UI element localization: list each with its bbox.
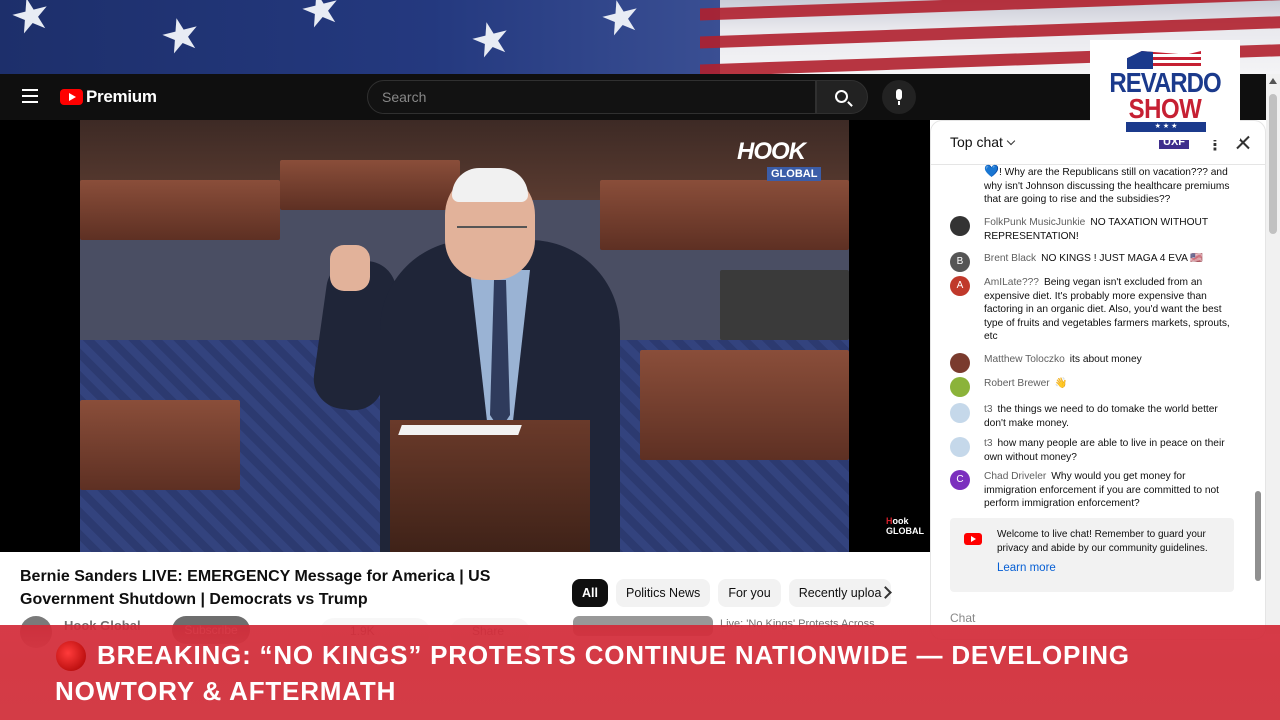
- brand-label: Premium: [86, 87, 157, 106]
- youtube-icon: [964, 533, 982, 545]
- avatar: [950, 377, 970, 397]
- scrollbar-thumb[interactable]: [1269, 94, 1277, 234]
- avatar: [950, 403, 970, 423]
- breaking-news-ticker: BREAKING: “NO KINGS” PROTESTS CONTINUE N…: [0, 625, 1280, 720]
- chat-message: A AmILate??? Being vegan isn't excluded f…: [950, 276, 1240, 344]
- chat-message: t3 how many people are able to live in pe…: [950, 437, 1240, 464]
- search-icon: [835, 90, 848, 103]
- youtube-logo[interactable]: Premium: [60, 87, 157, 107]
- video-title: Bernie Sanders LIVE: EMERGENCY Message f…: [20, 568, 491, 608]
- chat-message: C Chad Driveler Why would you get money f…: [950, 470, 1240, 511]
- search-input[interactable]: Search: [367, 80, 816, 114]
- chat-message: Robert Brewer 👋: [950, 377, 1240, 397]
- scroll-up-icon[interactable]: [1269, 78, 1277, 84]
- avatar: A: [950, 276, 970, 296]
- chat-message: t3 the things we need to do tomake the wo…: [950, 403, 1240, 430]
- avatar: C: [950, 470, 970, 490]
- ticker-line-1: BREAKING: “NO KINGS” PROTESTS CONTINUE N…: [97, 640, 1130, 670]
- avatar: B: [950, 252, 970, 272]
- flag-icon: [1127, 51, 1201, 69]
- page-scrollbar[interactable]: [1266, 74, 1280, 634]
- hook-global-watermark: HOOK GLOBAL: [737, 140, 823, 186]
- learn-more-link[interactable]: Learn more: [997, 562, 1056, 574]
- top-chat-dropdown[interactable]: Top chat: [950, 134, 1016, 150]
- flag-banner: ★ ★ ★ ★ ★: [0, 0, 1280, 74]
- chat-message: FolkPunk MusicJunkie NO TAXATION WITHOUT …: [950, 216, 1240, 243]
- recommendation-chips: All Politics News For you Recently uploa: [572, 579, 892, 607]
- youtube-play-icon: [60, 89, 83, 105]
- search-button[interactable]: [816, 80, 868, 114]
- chat-scrollbar[interactable]: [1255, 491, 1261, 581]
- live-dot-icon: [56, 641, 86, 671]
- ticker-line-2: NOWTORY & AFTERMATH: [55, 676, 397, 706]
- heart-icon: 💙: [984, 164, 999, 178]
- menu-icon[interactable]: [22, 89, 38, 103]
- chevron-down-icon: [1006, 136, 1016, 146]
- video-player[interactable]: HOOK GLOBAL: [80, 120, 849, 552]
- chat-message: B Brent Black NO KINGS ! JUST MAGA 4 EVA …: [950, 252, 1240, 272]
- chip-politics-news[interactable]: Politics News: [615, 579, 711, 607]
- youtube-topbar: Premium Search: [0, 74, 1280, 120]
- chat-input[interactable]: Chat: [950, 611, 975, 625]
- chip-for-you[interactable]: For you: [718, 579, 781, 607]
- chat-message: 💙! Why are the Republicans still on vaca…: [984, 164, 1230, 205]
- avatar: [950, 437, 970, 457]
- chip-all[interactable]: All: [572, 579, 608, 607]
- microphone-icon[interactable]: [882, 80, 916, 114]
- chevron-right-icon[interactable]: [880, 586, 890, 598]
- avatar: [950, 353, 970, 373]
- hook-global-small-watermark: Hook GLOBAL: [886, 516, 924, 536]
- welcome-text: Welcome to live chat! Remember to guard …: [997, 529, 1208, 554]
- welcome-notice: Welcome to live chat! Remember to guard …: [950, 518, 1234, 592]
- chat-message: Matthew Toloczko its about money: [950, 353, 1240, 373]
- avatar: [950, 216, 970, 236]
- chip-recently-uploaded[interactable]: Recently uploa: [788, 579, 892, 607]
- screen: ★ ★ ★ ★ ★ Premium Search HOOK GLOBAL Hoo…: [0, 0, 1280, 720]
- revardo-show-logo: REVARDO SHOW ★ ★ ★: [1090, 40, 1240, 140]
- live-chat-panel: Top chat UXF ⋮ 💙! Why are the Republican…: [930, 120, 1266, 640]
